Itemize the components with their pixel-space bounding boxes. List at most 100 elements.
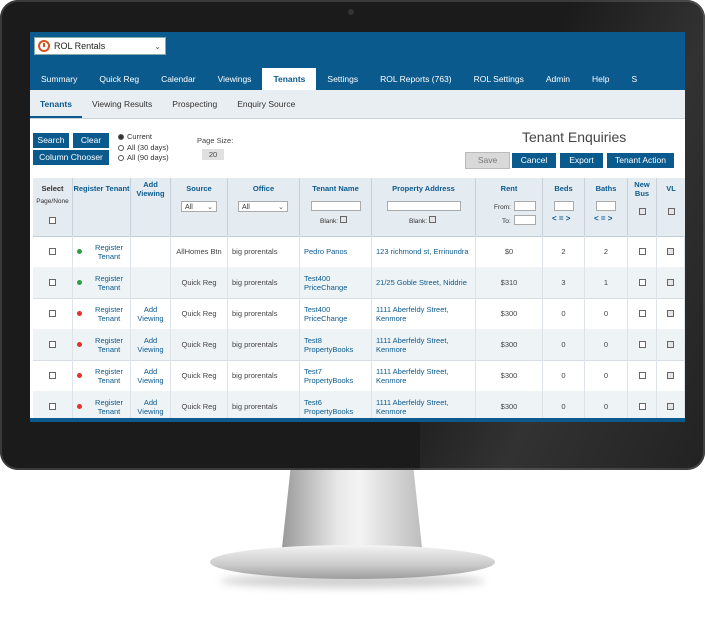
nav-tab-help[interactable]: Help — [581, 68, 620, 90]
app-selector[interactable]: ROL Rentals ⌄ — [34, 37, 166, 55]
baths-compare-arrows[interactable]: < = > — [594, 214, 612, 223]
address-filter[interactable] — [387, 201, 461, 211]
app-screen: ROL Rentals ⌄ Summary Quick Reg Calendar Vi… — [30, 32, 685, 422]
col-register: Register Tenant — [73, 178, 131, 236]
rent-to-input[interactable] — [514, 215, 536, 225]
page-size-input[interactable]: 20 — [202, 149, 224, 160]
address-blank-checkbox[interactable] — [428, 216, 436, 223]
source-value: Quick Reg — [181, 278, 217, 287]
nav-tab-tenants[interactable]: Tenants — [262, 68, 317, 90]
tenant-name-filter[interactable] — [311, 201, 361, 211]
property-address-link[interactable]: 1111 Aberfeldy Street, Kenmore — [376, 305, 475, 323]
office-filter[interactable]: All ⌄ — [238, 201, 288, 212]
monitor-stand-base — [210, 545, 495, 579]
row-select-checkbox[interactable] — [49, 372, 56, 379]
source-filter[interactable]: All ⌄ — [181, 201, 217, 212]
vl-checkbox[interactable] — [667, 310, 674, 317]
search-button[interactable]: Search — [33, 133, 69, 148]
row-select-checkbox[interactable] — [49, 310, 56, 317]
baths-filter[interactable] — [596, 201, 616, 211]
nav-tab-quick-reg[interactable]: Quick Reg — [88, 68, 150, 90]
save-button[interactable]: Save — [465, 152, 510, 169]
radio-current[interactable]: Current — [118, 132, 169, 143]
subtab-viewing-results[interactable]: Viewing Results — [82, 90, 162, 118]
register-tenant-link[interactable]: Register Tenant — [88, 336, 130, 354]
new-bus-checkbox[interactable] — [638, 310, 646, 317]
property-address-link[interactable]: 1111 Aberfeldy Street, Kenmore — [376, 398, 475, 416]
col-rent: Rent From: To: — [476, 178, 543, 236]
clear-button[interactable]: Clear — [73, 133, 109, 148]
tenant-name-link[interactable]: Test400 PriceChange — [304, 305, 371, 323]
tenant-name-link[interactable]: Test8 PropertyBooks — [304, 336, 371, 354]
office-value: big prorentals — [232, 371, 278, 380]
new-bus-checkbox[interactable] — [638, 279, 646, 286]
register-tenant-link[interactable]: Register Tenant — [88, 367, 130, 385]
beds-compare-arrows[interactable]: < = > — [552, 214, 570, 223]
subtab-enquiry-source[interactable]: Enquiry Source — [227, 90, 305, 118]
register-tenant-link[interactable]: Register Tenant — [88, 398, 130, 416]
rent-value: $300 — [500, 340, 518, 349]
beds-value: 0 — [561, 371, 566, 380]
monitor-frame: ROL Rentals ⌄ Summary Quick Reg Calendar Vi… — [0, 0, 705, 470]
tenant-name-link[interactable]: Pedro Panos — [304, 247, 347, 256]
rent-value: $300 — [500, 371, 518, 380]
property-address-link[interactable]: 123 richmond st, Errinundra — [376, 247, 469, 256]
baths-value: 0 — [603, 371, 609, 380]
beds-filter[interactable] — [554, 201, 574, 211]
rent-from-input[interactable] — [514, 201, 536, 211]
col-tenant-name: Tenant Name Blank: — [300, 178, 372, 236]
add-viewing-link[interactable]: Add Viewing — [131, 398, 170, 416]
radio-90-days[interactable]: All (90 days) — [118, 153, 169, 164]
vl-filter-checkbox[interactable] — [667, 208, 675, 215]
export-button[interactable]: Export — [560, 153, 603, 168]
baths-value: 0 — [603, 340, 609, 349]
new-bus-filter-checkbox[interactable] — [638, 208, 646, 215]
office-value: big prorentals — [232, 402, 278, 411]
tenant-name-link[interactable]: Test7 PropertyBooks — [304, 367, 371, 385]
new-bus-checkbox[interactable] — [638, 341, 646, 348]
add-viewing-link[interactable]: Add Viewing — [131, 305, 170, 323]
new-bus-checkbox[interactable] — [638, 248, 646, 255]
new-bus-checkbox[interactable] — [638, 403, 646, 410]
nav-tab-viewings[interactable]: Viewings — [207, 68, 263, 90]
select-all-checkbox[interactable] — [49, 217, 56, 224]
row-select-checkbox[interactable] — [49, 279, 56, 286]
row-select-checkbox[interactable] — [49, 403, 56, 410]
new-bus-checkbox[interactable] — [638, 372, 646, 379]
nav-tab-summary[interactable]: Summary — [30, 68, 88, 90]
register-tenant-link[interactable]: Register Tenant — [88, 243, 130, 261]
vl-checkbox[interactable] — [667, 248, 674, 255]
tenant-name-link[interactable]: Test400 PriceChange — [304, 274, 371, 292]
row-select-checkbox[interactable] — [49, 341, 56, 348]
col-source: Source All ⌄ — [171, 178, 228, 236]
row-select-checkbox[interactable] — [49, 248, 56, 255]
vl-checkbox[interactable] — [667, 403, 674, 410]
subtab-prospecting[interactable]: Prospecting — [162, 90, 227, 118]
nav-tab-rol-settings[interactable]: ROL Settings — [463, 68, 535, 90]
radio-30-days[interactable]: All (30 days) — [118, 143, 169, 154]
vl-checkbox[interactable] — [667, 341, 674, 348]
baths-value: 0 — [603, 402, 609, 411]
register-tenant-link[interactable]: Register Tenant — [88, 305, 130, 323]
status-dot-icon — [77, 280, 82, 285]
nav-tab-settings[interactable]: Settings — [316, 68, 369, 90]
property-address-link[interactable]: 21/25 Goble Street, Niddrie — [376, 278, 467, 287]
nav-tab-admin[interactable]: Admin — [535, 68, 581, 90]
nav-tab-rol-reports-763[interactable]: ROL Reports (763) — [369, 68, 463, 90]
vl-checkbox[interactable] — [667, 372, 674, 379]
nav-tab-calendar[interactable]: Calendar — [150, 68, 207, 90]
tenant-name-blank-checkbox[interactable] — [339, 216, 347, 223]
add-viewing-link[interactable]: Add Viewing — [131, 336, 170, 354]
tenant-action-button[interactable]: Tenant Action — [607, 153, 674, 168]
vl-checkbox[interactable] — [667, 279, 674, 286]
subtab-tenants[interactable]: Tenants — [30, 90, 82, 118]
add-viewing-link[interactable]: Add Viewing — [131, 367, 170, 385]
column-chooser-button[interactable]: Column Chooser — [33, 150, 109, 165]
cancel-button[interactable]: Cancel — [512, 153, 556, 168]
nav-tab-s[interactable]: S — [620, 68, 648, 90]
property-address-link[interactable]: 1111 Aberfeldy Street, Kenmore — [376, 367, 475, 385]
property-address-link[interactable]: 1111 Aberfeldy Street, Kenmore — [376, 336, 475, 354]
tenant-name-link[interactable]: Test6 PropertyBooks — [304, 398, 371, 416]
top-bar: ROL Rentals ⌄ Summary Quick Reg Calendar Vi… — [30, 32, 685, 90]
register-tenant-link[interactable]: Register Tenant — [88, 274, 130, 292]
